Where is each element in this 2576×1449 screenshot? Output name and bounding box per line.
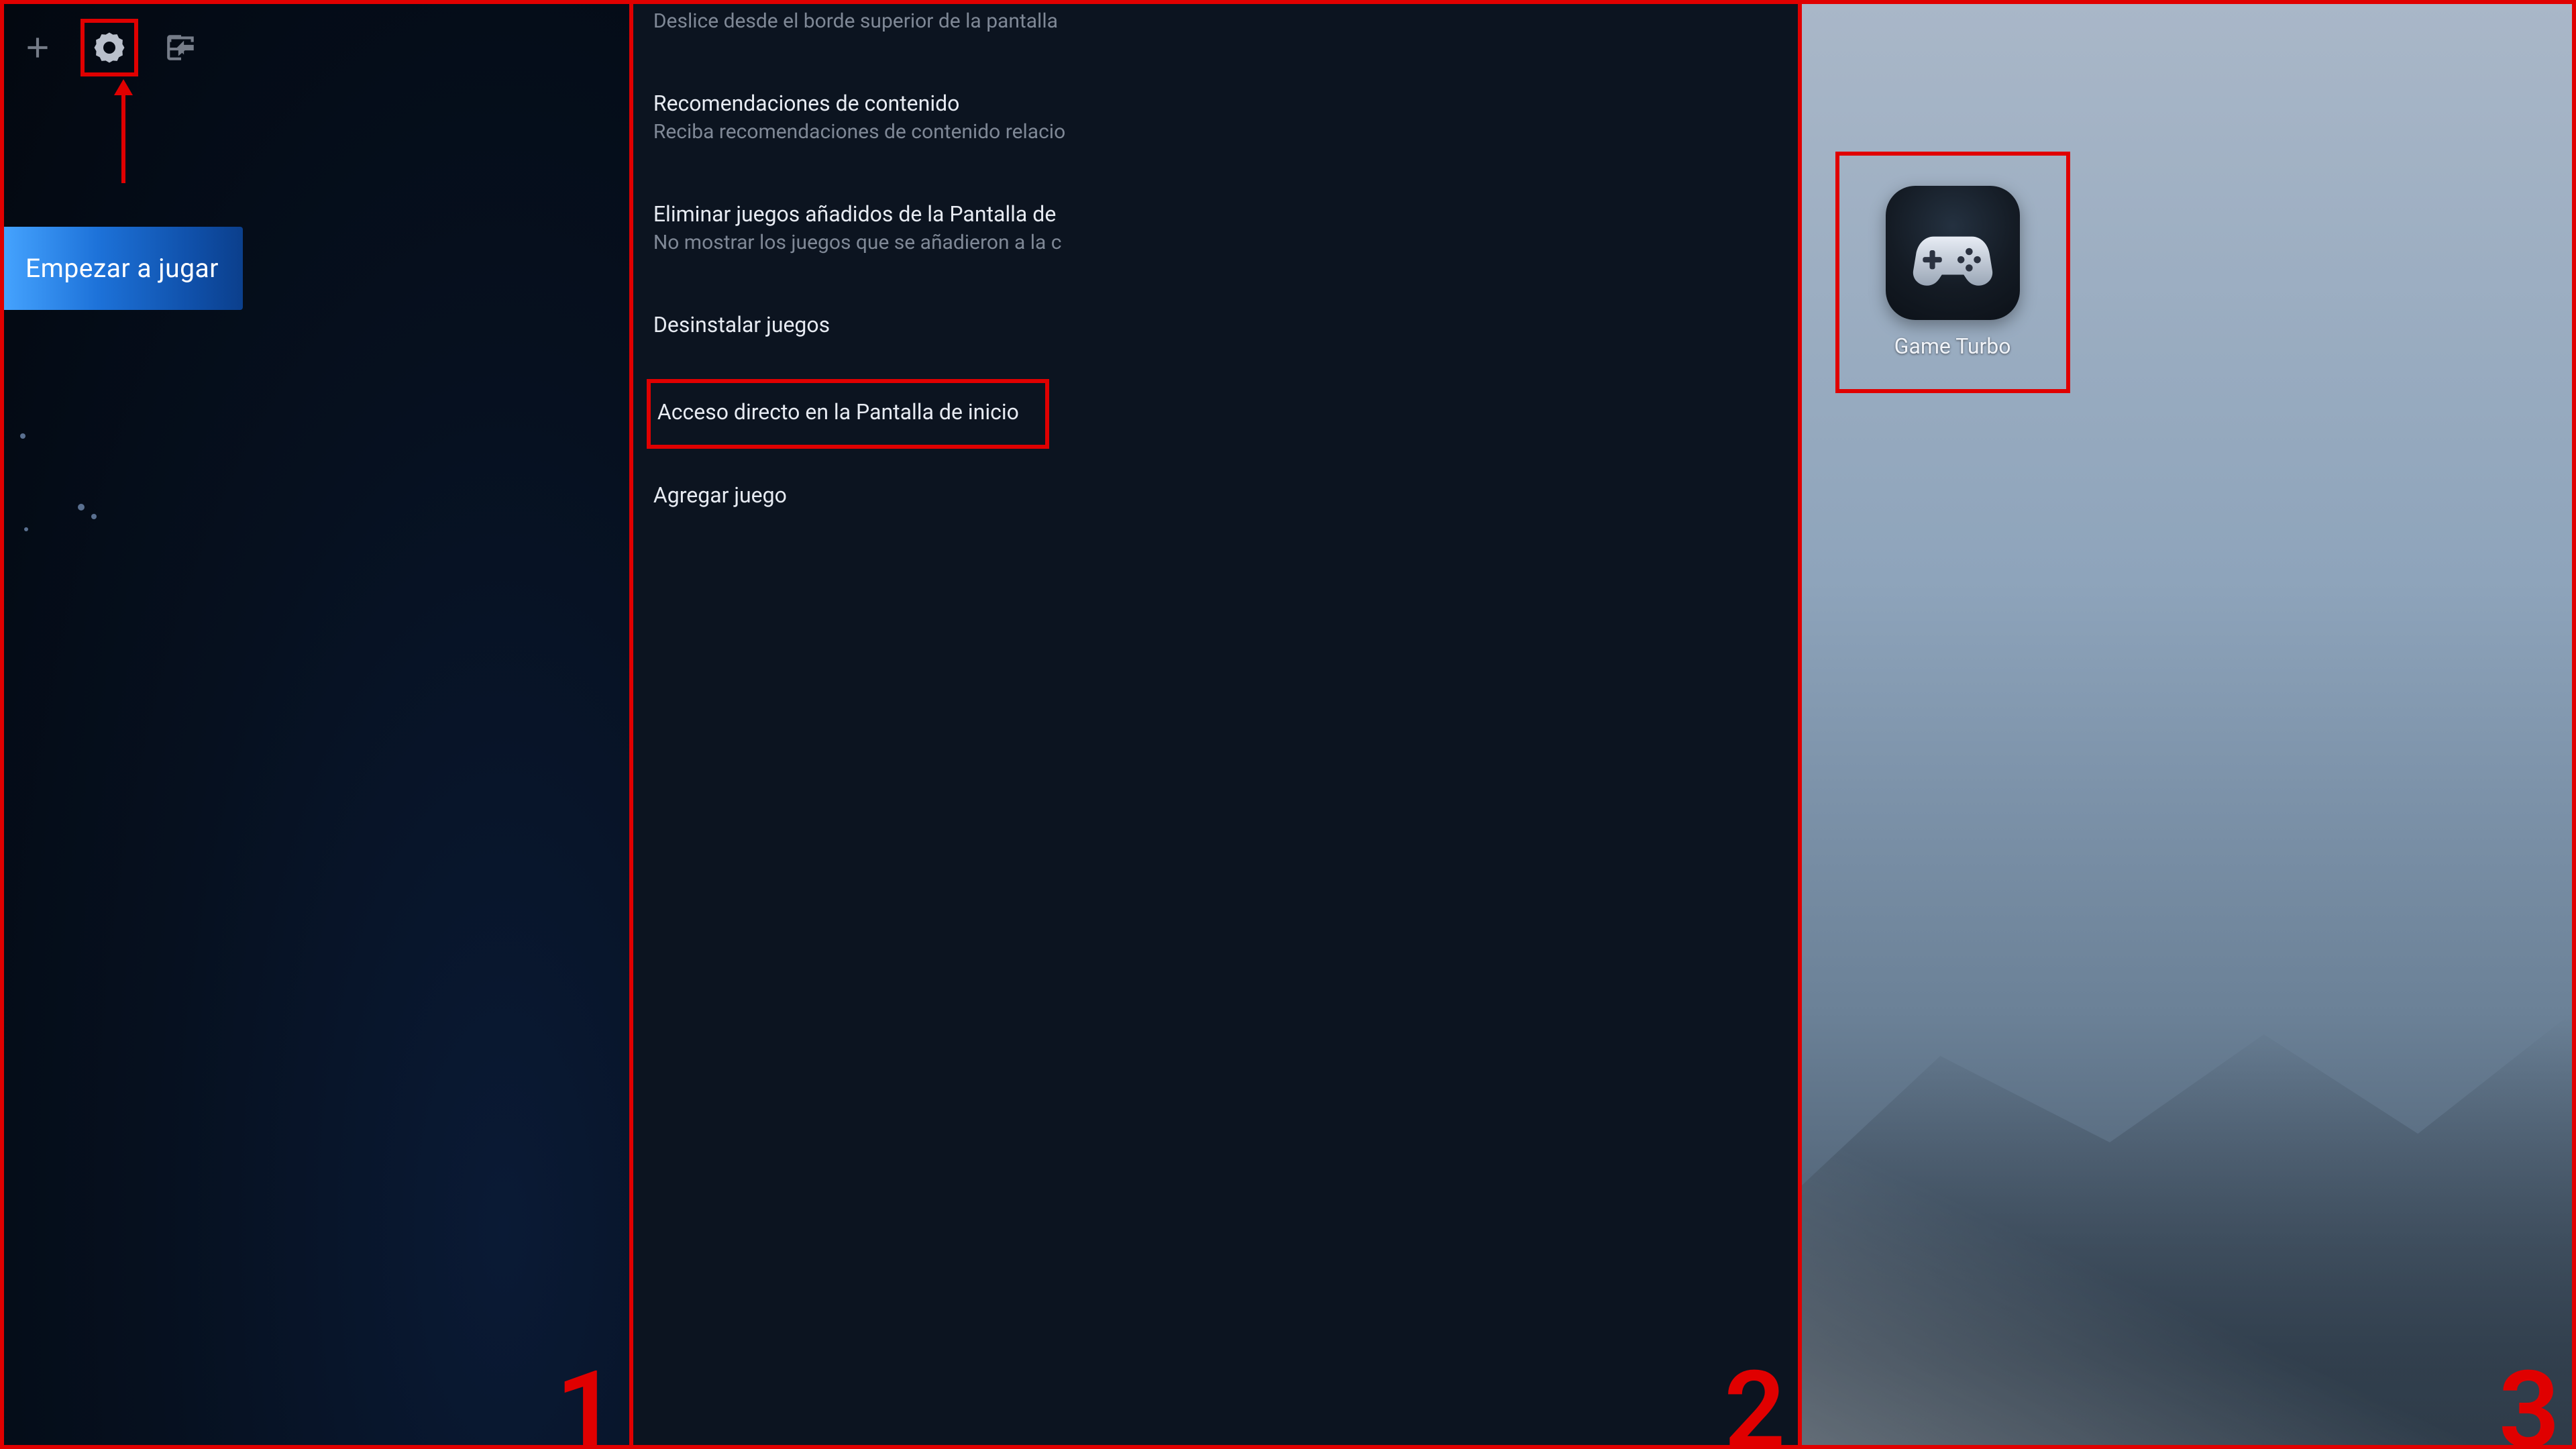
settings-item-sub: No mostrar los juegos que se añadieron a…: [653, 231, 1792, 254]
settings-item-title: Eliminar juegos añadidos de la Pantalla …: [653, 201, 1792, 227]
plus-icon: [21, 31, 54, 64]
particle-dot: [91, 514, 97, 519]
settings-button[interactable]: [89, 28, 129, 68]
settings-item-swipe-hint[interactable]: Deslice desde el borde superior de la pa…: [653, 9, 1798, 48]
settings-item-add-game[interactable]: Agregar juego: [653, 468, 1798, 527]
wallpaper-mountain: [1802, 1013, 2572, 1445]
game-controller-icon: [1909, 209, 1996, 297]
settings-item-sub: Reciba recomendaciones de contenido rela…: [653, 120, 1792, 144]
settings-item-remove-games[interactable]: Eliminar juegos añadidos de la Pantalla …: [653, 186, 1798, 269]
panel-step-3: Game Turbo 3: [1802, 4, 2572, 1445]
particle-dot: [20, 433, 25, 439]
tutorial-three-panel: Empezar a jugar 1 Deslice desde el borde…: [0, 0, 2576, 1449]
settings-item-title: Recomendaciones de contenido: [653, 91, 1792, 116]
settings-item-title: Agregar juego: [653, 482, 1792, 508]
app-shortcut-highlight: Game Turbo: [1835, 152, 2070, 393]
game-turbo-app-icon[interactable]: [1886, 186, 2020, 320]
app-shortcut-label: Game Turbo: [1894, 333, 2011, 359]
settings-item-title: Desinstalar juegos: [653, 312, 1792, 337]
settings-item-sub: Deslice desde el borde superior de la pa…: [653, 9, 1792, 33]
settings-item-content-recommendations[interactable]: Recomendaciones de contenido Reciba reco…: [653, 76, 1798, 158]
step-number: 1: [555, 1358, 616, 1445]
toolbar: [4, 4, 629, 76]
add-game-button[interactable]: [17, 28, 58, 68]
gear-icon: [91, 30, 127, 66]
start-playing-button[interactable]: Empezar a jugar: [4, 227, 243, 310]
settings-item-uninstall-games[interactable]: Desinstalar juegos: [653, 297, 1798, 356]
particle-dot: [78, 504, 85, 511]
settings-button-highlight: [80, 19, 138, 76]
start-playing-label: Empezar a jugar: [25, 253, 219, 284]
annotation-arrow-up: [110, 79, 137, 186]
panel-step-2: Deslice desde el borde superior de la pa…: [633, 4, 1802, 1445]
particle-dot: [24, 527, 28, 531]
settings-item-title: Acceso directo en la Pantalla de inicio: [657, 399, 1040, 425]
step-number: 2: [1724, 1358, 1785, 1445]
panel-step-1: Empezar a jugar 1: [4, 4, 633, 1445]
settings-item-home-shortcut[interactable]: Acceso directo en la Pantalla de inicio: [647, 379, 1049, 449]
exit-icon: [164, 31, 198, 64]
settings-list: Deslice desde el borde superior de la pa…: [653, 9, 1798, 527]
exit-button[interactable]: [161, 28, 201, 68]
